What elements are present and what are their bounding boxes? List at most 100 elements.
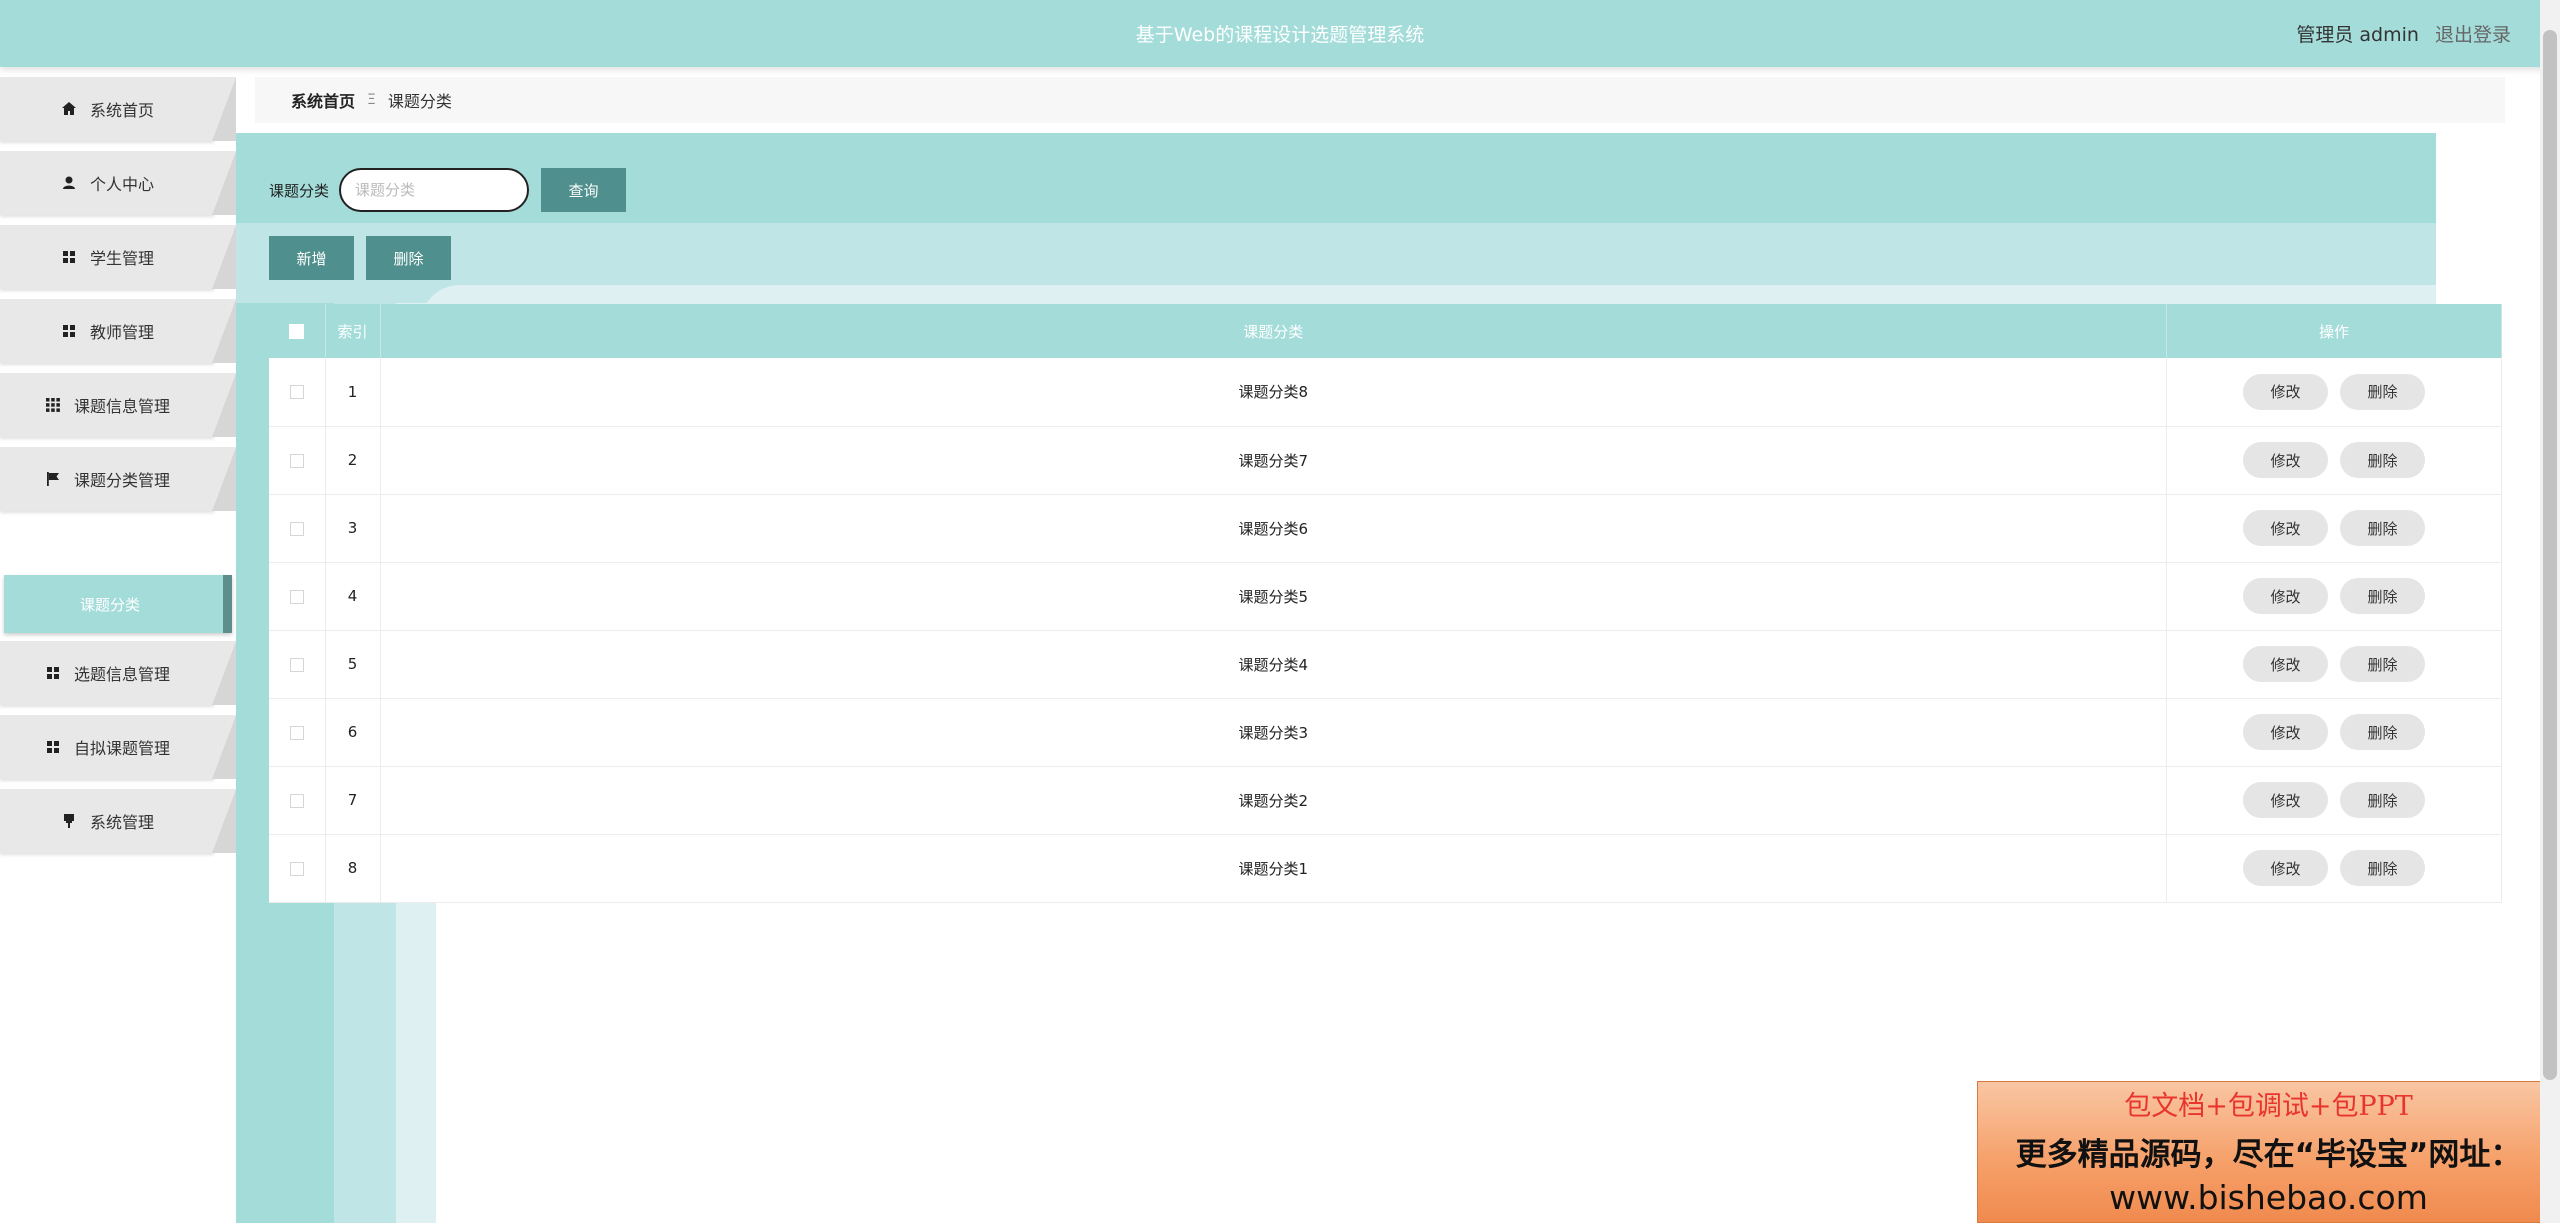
home-icon — [61, 102, 76, 115]
promo-line-1: 包文档+包调试+包PPT — [2124, 1091, 2413, 1122]
header-select-all[interactable] — [269, 304, 326, 358]
promo-banner[interactable]: 包文档+包调试+包PPT 更多精品源码，尽在“毕设宝”网址： www.bishe… — [1977, 1081, 2560, 1223]
search-label: 课题分类 — [269, 181, 330, 200]
edit-button[interactable]: 修改 — [2243, 373, 2328, 410]
row-delete-button[interactable]: 删除 — [2340, 850, 2425, 886]
grid-icon — [46, 741, 59, 753]
row-category: 课题分类8 — [380, 358, 2167, 427]
breadcrumb-current: 课题分类 — [387, 92, 452, 111]
edit-button[interactable]: 修改 — [2243, 442, 2328, 478]
table-row: 6 课题分类3 修改 删除 — [269, 698, 2502, 767]
sidebar-item-home[interactable]: 系统首页 — [0, 77, 236, 141]
sidebar-item-topic-info[interactable]: 课题信息管理 — [0, 373, 236, 437]
sidebar-item-students[interactable]: 学生管理 — [0, 225, 236, 289]
row-select-cell[interactable] — [269, 562, 326, 631]
table-row: 5 课题分类4 修改 删除 — [269, 630, 2502, 699]
sidebar-item-custom-topics[interactable]: 自拟课题管理 — [0, 715, 236, 779]
sidebar-item-label: 学生管理 — [89, 249, 154, 268]
row-delete-button[interactable]: 删除 — [2340, 510, 2425, 546]
row-index: 2 — [325, 426, 381, 495]
search-input[interactable] — [339, 168, 530, 212]
row-checkbox[interactable] — [289, 793, 304, 808]
breadcrumb: 系统首页 Ξ 课题分类 — [255, 77, 2505, 123]
sidebar-item-label: 系统首页 — [89, 101, 154, 120]
logout-link[interactable]: 退出登录 — [2435, 24, 2511, 46]
row-delete-button[interactable]: 删除 — [2340, 646, 2425, 682]
table-row: 8 课题分类1 修改 删除 — [269, 834, 2502, 903]
row-actions: 修改 删除 — [2166, 494, 2502, 563]
header-category: 课题分类 — [380, 304, 2167, 358]
table-row: 2 课题分类7 修改 删除 — [269, 426, 2502, 495]
promo-url[interactable]: www.bishebao.com — [1978, 1178, 2559, 1217]
row-delete-button[interactable]: 删除 — [2340, 578, 2425, 614]
user-icon — [62, 176, 75, 189]
row-checkbox[interactable] — [289, 725, 304, 740]
promo-line-2: 更多精品源码，尽在“毕设宝”网址： — [2015, 1137, 2522, 1173]
scrollbar-thumb[interactable] — [2543, 30, 2557, 1080]
row-checkbox[interactable] — [289, 385, 304, 400]
app-title: 基于Web的课程设计选题管理系统 — [1135, 24, 1425, 46]
add-button[interactable]: 新增 — [269, 236, 354, 280]
row-select-cell[interactable] — [269, 630, 326, 699]
sidebar-item-label: 课题信息管理 — [73, 397, 170, 416]
sidebar: 系统首页 个人中心 学生管理 教师管理 课题信息管理 课题分类管理 课题分类 选… — [0, 67, 236, 1223]
row-index: 1 — [325, 358, 381, 427]
query-button[interactable]: 查询 — [541, 168, 627, 212]
row-select-cell[interactable] — [269, 834, 326, 903]
row-actions: 修改 删除 — [2166, 358, 2502, 427]
row-actions: 修改 删除 — [2166, 698, 2502, 767]
category-table: 索引 课题分类 操作 1 课题分类8 修改 删除 2 课题分类7 修改 删除 3 课题分类6 修改删… — [269, 304, 2502, 903]
sidebar-item-profile[interactable]: 个人中心 — [0, 151, 236, 215]
edit-button[interactable]: 修改 — [2243, 782, 2328, 818]
row-checkbox[interactable] — [289, 521, 304, 536]
flag-icon — [46, 472, 59, 486]
row-index: 4 — [325, 562, 381, 631]
edit-button[interactable]: 修改 — [2243, 510, 2328, 546]
grid-icon — [46, 667, 59, 679]
user-label: 管理员 admin — [2296, 24, 2419, 46]
sidebar-item-system[interactable]: 系统管理 — [0, 789, 236, 853]
row-index: 3 — [325, 494, 381, 563]
row-select-cell[interactable] — [269, 358, 326, 427]
select-all-checkbox[interactable] — [289, 324, 305, 339]
row-select-cell[interactable] — [269, 426, 326, 495]
pin-icon — [63, 814, 74, 828]
top-header: 基于Web的课程设计选题管理系统 管理员 admin 退出登录 — [0, 0, 2560, 67]
sidebar-subitem-topic-category[interactable]: 课题分类 — [4, 575, 232, 633]
row-actions: 修改 删除 — [2166, 766, 2502, 835]
edit-button[interactable]: 修改 — [2243, 850, 2328, 886]
sidebar-item-topic-category[interactable]: 课题分类管理 — [0, 447, 236, 511]
row-select-cell[interactable] — [269, 766, 326, 835]
sidebar-item-label: 系统管理 — [89, 813, 154, 832]
row-checkbox[interactable] — [289, 589, 304, 604]
row-index: 6 — [325, 698, 381, 767]
sidebar-subitem-label: 课题分类 — [80, 595, 141, 614]
delete-button[interactable]: 删除 — [366, 236, 451, 280]
page-scrollbar[interactable] — [2540, 0, 2560, 1223]
edit-button[interactable]: 修改 — [2243, 578, 2328, 614]
row-delete-button[interactable]: 删除 — [2340, 373, 2425, 410]
sidebar-item-label: 选题信息管理 — [73, 665, 170, 684]
edit-button[interactable]: 修改 — [2243, 714, 2328, 750]
sidebar-item-selection-info[interactable]: 选题信息管理 — [0, 641, 236, 705]
row-index: 7 — [325, 766, 381, 835]
row-checkbox[interactable] — [289, 453, 304, 468]
row-select-cell[interactable] — [269, 698, 326, 767]
row-index: 5 — [325, 630, 381, 699]
row-delete-button[interactable]: 删除 — [2340, 442, 2425, 478]
row-checkbox[interactable] — [289, 861, 304, 876]
breadcrumb-home[interactable]: 系统首页 — [291, 88, 355, 112]
row-category: 课题分类3 — [380, 698, 2167, 767]
table-row: 4 课题分类5 修改 删除 — [269, 562, 2502, 631]
row-category: 课题分类6 — [380, 494, 2167, 563]
search-form: 课题分类 查询 — [269, 166, 627, 214]
breadcrumb-separator: Ξ — [367, 92, 376, 108]
edit-button[interactable]: 修改 — [2243, 646, 2328, 682]
row-delete-button[interactable]: 删除 — [2340, 714, 2425, 750]
table-row: 7 课题分类2 修改 删除 — [269, 766, 2502, 835]
row-checkbox[interactable] — [289, 657, 304, 672]
sidebar-item-teachers[interactable]: 教师管理 — [0, 299, 236, 363]
row-select-cell[interactable] — [269, 494, 326, 563]
sidebar-item-label: 个人中心 — [89, 175, 154, 194]
row-delete-button[interactable]: 删除 — [2340, 782, 2425, 818]
